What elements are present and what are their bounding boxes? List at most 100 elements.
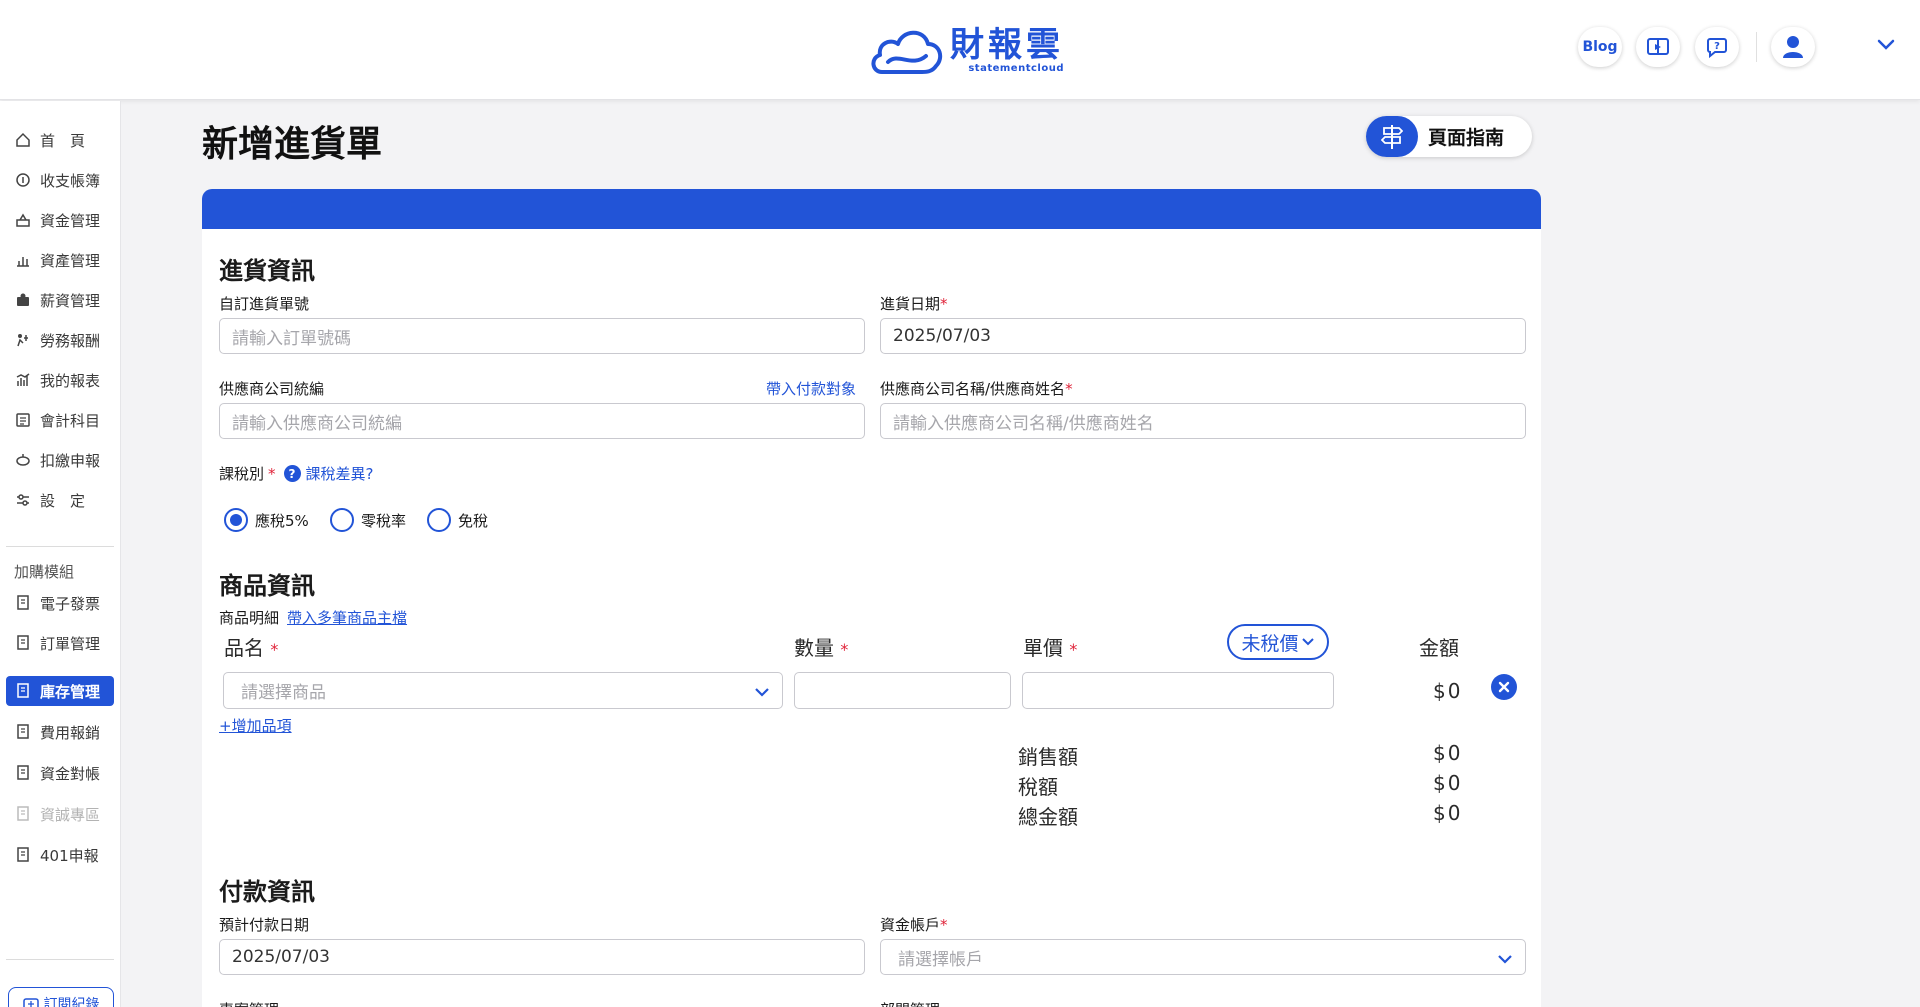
required-mark: *: [940, 916, 948, 934]
tax-option-label: 應稅5%: [255, 511, 309, 530]
fund-icon: [14, 212, 32, 228]
order-no-label: 自訂進貨單號: [219, 295, 310, 313]
sidebar-item-fund[interactable]: 資金管理: [6, 205, 114, 235]
tax-diff-link[interactable]: 課稅差異?: [306, 463, 374, 484]
module-icon: [14, 847, 32, 863]
due-date-input[interactable]: 2025/07/03: [219, 939, 865, 975]
supplier-id-label: 供應商公司統編: [219, 380, 325, 398]
price-mode-toggle[interactable]: 未稅價: [1227, 624, 1329, 660]
purchase-date-value: 2025/07/03: [893, 326, 991, 346]
sidebar-item-401-filing[interactable]: 401申報: [6, 840, 114, 870]
sidebar-item-label: 費用報銷: [40, 723, 101, 742]
product-info-title: 商品資訊: [219, 572, 315, 600]
sidebar-item-label: 我的報表: [40, 371, 101, 390]
supplier-name-label-text: 供應商公司名稱/供應商姓名: [880, 380, 1066, 398]
supplier-id-input[interactable]: 請輸入供應商公司統編: [219, 403, 865, 439]
sidebar-item-report[interactable]: 我的報表: [6, 365, 114, 395]
add-item-link[interactable]: +增加品項: [219, 715, 292, 736]
help-chat-icon: ?: [1707, 38, 1727, 59]
sidebar-item-expense[interactable]: 費用報銷: [6, 717, 114, 747]
delete-row-icon[interactable]: [1491, 674, 1517, 700]
sidebar-item-label: 資金管理: [40, 211, 101, 230]
sales-amount-value: $0: [1433, 741, 1463, 765]
radio-unselected-icon: [330, 508, 354, 532]
total-amount-value: $0: [1433, 801, 1463, 825]
sidebar-item-label: 資誠專區: [40, 805, 101, 824]
svg-text:?: ?: [1714, 41, 1720, 52]
sidebar-item-label: 資金對帳: [40, 764, 101, 783]
sidebar-item-ledger[interactable]: 收支帳簿: [6, 165, 114, 195]
tax-option-label: 零稅率: [361, 511, 407, 530]
sales-amount-label: 銷售額: [1018, 745, 1078, 769]
supplier-id-placeholder: 請輸入供應商公司統編: [232, 413, 402, 434]
col-header-name-text: 品名: [224, 636, 264, 660]
top-header: 財報雲 statementcloud Blog ?: [0, 0, 1920, 100]
blog-label: Blog: [1582, 39, 1618, 55]
fund-account-select[interactable]: 請選擇帳戶: [880, 939, 1526, 975]
unit-price-input[interactable]: [1022, 672, 1334, 709]
account-menu-chevron-icon[interactable]: [1876, 38, 1896, 52]
sidebar-item-e-invoice[interactable]: 電子發票: [6, 588, 114, 618]
user-avatar-button[interactable]: [1771, 27, 1815, 67]
sidebar-item-label: 薪資管理: [40, 291, 101, 310]
sidebar-item-inventory[interactable]: 庫存管理: [6, 676, 114, 706]
video-tutorial-button[interactable]: [1636, 27, 1680, 67]
due-date-value: 2025/07/03: [232, 947, 330, 967]
purchase-date-label-text: 進貨日期: [880, 295, 941, 313]
sidebar-item-home[interactable]: 首 頁: [6, 125, 114, 155]
chevron-down-icon: [1498, 955, 1512, 964]
statementcloud-logo[interactable]: 財報雲 statementcloud: [868, 20, 1064, 80]
sidebar-item-salary[interactable]: 薪資管理: [6, 285, 114, 315]
required-mark: *: [268, 464, 276, 483]
sidebar-item-order[interactable]: 訂單管理: [6, 628, 114, 658]
purchase-date-input[interactable]: 2025/07/03: [880, 318, 1526, 354]
settings-icon: [14, 492, 32, 508]
sidebar-item-label: 首 頁: [40, 131, 86, 150]
labor-icon: [14, 332, 32, 348]
ledger-icon: [14, 172, 32, 188]
page-guide-button[interactable]: 頁面指南: [1366, 116, 1532, 157]
chevron-down-icon: [1301, 638, 1314, 646]
sidebar-item-label: 電子發票: [40, 594, 101, 613]
module-icon: [14, 724, 32, 740]
quantity-input[interactable]: [794, 672, 1011, 709]
order-no-input[interactable]: 請輸入訂單號碼: [219, 318, 865, 354]
sidebar-item-account[interactable]: 會計科目: [6, 405, 114, 435]
fund-account-label-text: 資金帳戶: [880, 916, 941, 934]
help-chat-button[interactable]: ?: [1695, 27, 1739, 67]
tax-option-label: 免稅: [458, 511, 489, 530]
col-header-amount: 金額: [1419, 636, 1459, 660]
help-circle-icon[interactable]: ?: [283, 465, 301, 482]
logo-subtitle: statementcloud: [968, 63, 1064, 74]
sidebar-item-reconcile[interactable]: 資金對帳: [6, 758, 114, 788]
col-header-qty: 數量 *: [794, 632, 848, 661]
tax-option-taxable[interactable]: 應稅5%: [224, 508, 309, 532]
purchase-info-title: 進貨資訊: [219, 257, 315, 285]
sidebar-item-withholding[interactable]: 扣繳申報: [6, 445, 114, 475]
subscription-record-button[interactable]: 訂閱紀錄: [8, 987, 114, 1007]
supplier-name-placeholder: 請輸入供應商公司名稱/供應商姓名: [893, 413, 1154, 434]
page-title: 新增進貨單: [202, 124, 383, 165]
sidebar-item-settings[interactable]: 設 定: [6, 485, 114, 515]
product-select[interactable]: 請選擇商品: [223, 672, 783, 709]
tax-option-exempt[interactable]: 免稅: [427, 508, 488, 532]
user-avatar-icon: [1783, 36, 1803, 58]
blog-button[interactable]: Blog: [1578, 27, 1622, 67]
col-header-name: 品名 *: [224, 632, 278, 661]
subscription-label: 訂閱紀錄: [43, 997, 100, 1007]
sidebar-item-label: 訂單管理: [40, 634, 101, 653]
sidebar-item-asset[interactable]: 資產管理: [6, 245, 114, 275]
tax-option-zero-rate[interactable]: 零稅率: [330, 508, 406, 532]
sidebar-item-labor[interactable]: 勞務報酬: [6, 325, 114, 355]
col-header-price: 單價 *: [1023, 632, 1077, 661]
card-header-bar: [202, 189, 1541, 229]
sidebar-item-label: 資產管理: [40, 251, 101, 270]
header-divider: [1756, 32, 1757, 62]
module-icon: [14, 683, 32, 699]
import-payee-link[interactable]: 帶入付款對象: [766, 378, 856, 399]
sidebar-divider: [6, 546, 114, 547]
purchase-date-label: 進貨日期*: [880, 293, 948, 314]
supplier-name-input[interactable]: 請輸入供應商公司名稱/供應商姓名: [880, 403, 1526, 439]
salary-icon: [14, 292, 32, 308]
import-products-link[interactable]: 帶入多筆商品主檔: [287, 607, 407, 628]
